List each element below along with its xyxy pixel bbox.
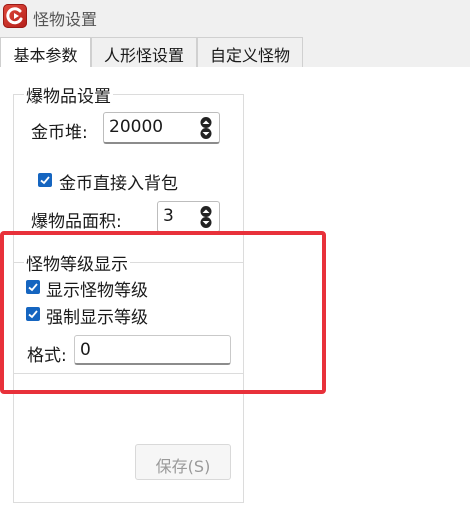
tab-label: 人形怪设置: [103, 46, 184, 65]
app-logo-icon: [3, 4, 27, 28]
gold-pile-label: 金币堆:: [31, 123, 88, 143]
save-button[interactable]: 保存(S): [135, 444, 231, 480]
tab-label: 基本参数: [13, 46, 78, 65]
window-title: 怪物设置: [33, 10, 98, 29]
title-bar: 怪物设置: [0, 0, 470, 32]
spin-arrows-icon[interactable]: [197, 206, 215, 228]
drop-settings-legend: 爆物品设置: [24, 82, 113, 107]
gold-pile-value: 20000: [109, 117, 164, 137]
save-button-label: 保存(S): [155, 457, 211, 476]
tab-custom-monster[interactable]: 自定义怪物: [197, 37, 303, 67]
highlight-box: [0, 231, 326, 394]
tab-basic-params[interactable]: 基本参数: [0, 37, 91, 68]
checkmark-icon: [40, 176, 50, 185]
gold-to-bag-label: 金币直接入背包: [59, 174, 178, 194]
gold-to-bag-checkbox[interactable]: [38, 173, 52, 187]
gold-pile-spinbox[interactable]: 20000: [103, 112, 220, 144]
tab-humanoid-monster[interactable]: 人形怪设置: [91, 37, 197, 67]
drop-area-value: 3: [163, 206, 174, 226]
drop-area-spinbox[interactable]: 3: [157, 201, 220, 233]
drop-area-label: 爆物品面积:: [31, 212, 122, 232]
spin-arrows-icon[interactable]: [197, 117, 215, 139]
tab-strip: 基本参数 人形怪设置 自定义怪物: [0, 37, 470, 68]
tab-label: 自定义怪物: [209, 46, 290, 65]
